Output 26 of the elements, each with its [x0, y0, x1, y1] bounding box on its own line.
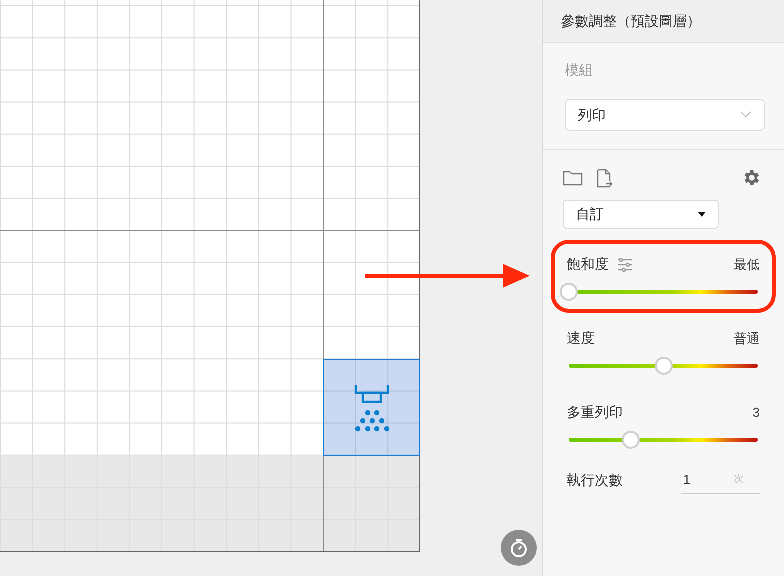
slider-thumb[interactable] [654, 357, 672, 375]
caret-down-icon [698, 212, 706, 217]
sliders-icon[interactable] [617, 258, 633, 272]
timer-button[interactable] [501, 530, 537, 566]
unit-label: 次 [734, 473, 744, 487]
slider-reading: 3 [752, 404, 760, 422]
selected-block[interactable] [323, 359, 420, 456]
panel-title: 參數調整（預設圖層） [561, 12, 701, 30]
module-select[interactable]: 列印 [565, 99, 765, 131]
slider-label: 速度 [567, 329, 595, 348]
run-count-label: 執行次數 [567, 470, 624, 490]
folder-icon[interactable] [563, 170, 583, 186]
slider-label: 飽和度 [567, 255, 609, 274]
slider-label: 多重列印 [567, 403, 623, 422]
slider-thumb[interactable] [560, 283, 578, 301]
chevron-down-icon [740, 111, 752, 119]
slider-thumb[interactable] [622, 431, 640, 449]
module-label: 模組 [565, 61, 594, 80]
settings-icon[interactable] [742, 168, 762, 188]
slider-reading: 最低 [734, 256, 760, 274]
preset-select[interactable]: 自訂 [563, 200, 719, 229]
stopwatch-icon [509, 538, 529, 558]
run-count-field[interactable]: 1 次 [681, 466, 760, 494]
print-head-icon [352, 382, 390, 432]
slider-reading: 普通 [734, 330, 760, 348]
file-export-icon[interactable] [597, 168, 613, 188]
